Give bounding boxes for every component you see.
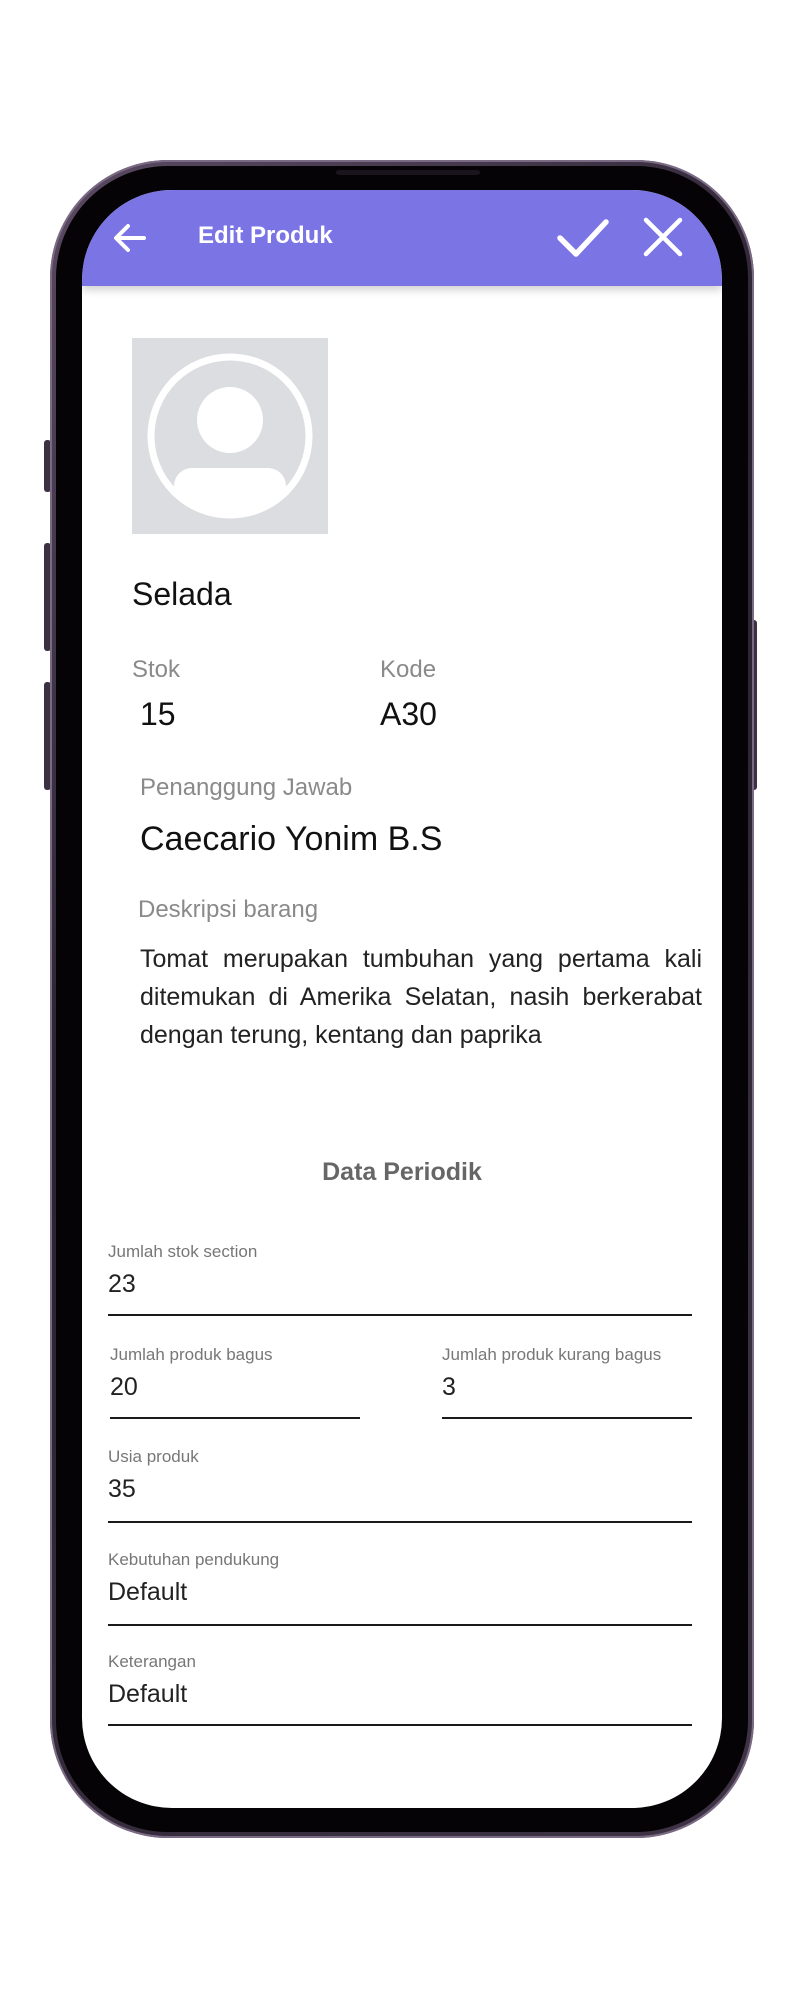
app-screen: Edit Produk Selada Stok 15 Kode A30 Pena…: [82, 190, 722, 1808]
jumlah-produk-bagus-field[interactable]: Jumlah produk bagus 20: [110, 1345, 360, 1419]
field-label: Jumlah stok section: [108, 1242, 258, 1261]
stok-value: 15: [140, 696, 176, 732]
penanggung-jawab-label: Penanggung Jawab: [140, 774, 353, 801]
field-value[interactable]: 20: [110, 1373, 138, 1402]
product-name: Selada: [132, 576, 232, 612]
kebutuhan-pendukung-field[interactable]: Kebutuhan pendukung Default: [108, 1550, 692, 1626]
app-bar: Edit Produk: [82, 190, 722, 286]
field-value[interactable]: Default: [108, 1680, 187, 1709]
jumlah-produk-kurang-bagus-field[interactable]: Jumlah produk kurang bagus 3: [442, 1345, 692, 1419]
check-icon[interactable]: [556, 216, 610, 260]
stok-label: Stok: [132, 656, 181, 683]
kode-value: A30: [380, 696, 437, 732]
product-image[interactable]: [132, 338, 328, 534]
field-label: Usia produk: [108, 1447, 199, 1466]
usia-produk-field[interactable]: Usia produk 35: [108, 1447, 692, 1523]
arrow-left-icon[interactable]: [110, 218, 150, 258]
field-value[interactable]: 23: [108, 1270, 136, 1299]
deskripsi-text: Tomat merupakan tumbuhan yang pertama ka…: [140, 945, 702, 1049]
user-placeholder-icon: [147, 353, 313, 519]
section-title: Data Periodik: [322, 1158, 482, 1186]
deskripsi-label: Deskripsi barang: [138, 896, 319, 923]
field-value[interactable]: Default: [108, 1578, 187, 1607]
penanggung-jawab-value: Caecario Yonim B.S: [140, 820, 443, 858]
close-icon[interactable]: [642, 216, 684, 258]
field-label: Jumlah produk bagus: [110, 1345, 273, 1364]
speaker-grille: [336, 170, 480, 175]
device-stage: Edit Produk Selada Stok 15 Kode A30 Pena…: [0, 0, 800, 1999]
field-value[interactable]: 3: [442, 1373, 456, 1402]
keterangan-field[interactable]: Keterangan Default: [108, 1652, 692, 1726]
field-label: Jumlah produk kurang bagus: [442, 1345, 662, 1364]
jumlah-stok-section-field[interactable]: Jumlah stok section 23: [108, 1242, 692, 1316]
field-label: Kebutuhan pendukung: [108, 1550, 280, 1569]
field-value[interactable]: 35: [108, 1475, 136, 1504]
field-label: Keterangan: [108, 1652, 196, 1671]
page-title: Edit Produk: [198, 222, 333, 249]
kode-label: Kode: [380, 656, 437, 683]
